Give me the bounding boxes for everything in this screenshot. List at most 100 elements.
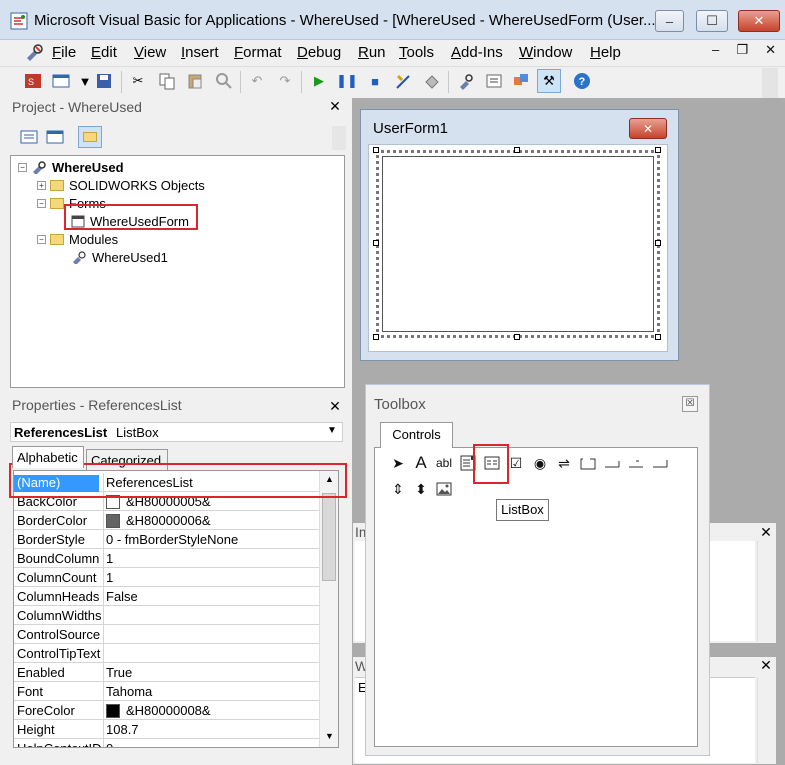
- tree-node-project[interactable]: − WhereUsed: [18, 158, 124, 176]
- menu-debug[interactable]: Debug: [297, 44, 341, 61]
- immediate-scrollbar[interactable]: [757, 541, 774, 641]
- mdi-minimize-button[interactable]: –: [712, 42, 719, 60]
- project-close-button[interactable]: ✕: [327, 98, 343, 114]
- tab-controls[interactable]: Controls: [380, 422, 453, 448]
- resize-handle[interactable]: [655, 334, 661, 340]
- cut-icon[interactable]: ✂: [129, 72, 147, 90]
- resize-handle[interactable]: [655, 147, 661, 153]
- property-row[interactable]: ControlSource: [14, 625, 319, 644]
- undo-icon[interactable]: ↶: [248, 72, 266, 90]
- properties-scrollbar[interactable]: ▲ ▼: [319, 471, 338, 747]
- dropdown-arrow-icon[interactable]: ▼: [76, 72, 94, 90]
- property-value[interactable]: Tahoma: [106, 684, 316, 699]
- property-value[interactable]: False: [106, 589, 316, 604]
- resize-handle[interactable]: [373, 240, 379, 246]
- properties-close-button[interactable]: ✕: [327, 398, 343, 414]
- userform-canvas[interactable]: [382, 156, 654, 332]
- multipage-icon[interactable]: [649, 453, 671, 473]
- object-browser-icon[interactable]: [512, 72, 530, 90]
- toggle-folders-icon[interactable]: [78, 126, 102, 148]
- tree-node-whereused1[interactable]: WhereUsed1: [71, 248, 168, 266]
- toolbox-icon[interactable]: ⚒: [537, 69, 561, 93]
- togglebutton-icon[interactable]: ⇌: [553, 453, 575, 473]
- minimize-button[interactable]: –: [655, 10, 684, 32]
- property-value[interactable]: 1: [106, 551, 316, 566]
- view-code-icon[interactable]: [20, 129, 38, 145]
- property-value[interactable]: True: [106, 665, 316, 680]
- resize-handle[interactable]: [514, 147, 520, 153]
- resize-handle[interactable]: [514, 334, 520, 340]
- design-mode-icon[interactable]: [395, 72, 413, 90]
- label-icon[interactable]: A: [410, 453, 432, 473]
- run-icon[interactable]: ▶: [310, 72, 328, 90]
- property-row[interactable]: BoundColumn 1: [14, 549, 319, 568]
- find-icon[interactable]: [215, 72, 233, 90]
- tabstrip-icon[interactable]: [625, 453, 647, 473]
- watch-close-button[interactable]: ✕: [758, 657, 774, 673]
- vba-app-icon[interactable]: [10, 12, 28, 30]
- menu-tools[interactable]: Tools: [399, 44, 434, 61]
- property-row[interactable]: BorderColor &H80000006&: [14, 511, 319, 530]
- menu-format[interactable]: Format: [234, 44, 282, 61]
- property-value[interactable]: 0 - fmBorderStyleNone: [106, 532, 316, 547]
- spinbutton-icon[interactable]: ⬍: [410, 479, 432, 499]
- optionbutton-icon[interactable]: ◉: [529, 453, 551, 473]
- toolbar-overflow[interactable]: [762, 68, 778, 98]
- project-explorer-icon[interactable]: [457, 72, 475, 90]
- textbox-icon[interactable]: abl: [433, 453, 455, 473]
- property-value[interactable]: &H80000006&: [106, 513, 316, 528]
- mdi-close-button[interactable]: ✕: [765, 42, 776, 60]
- excel-view-icon[interactable]: S: [24, 72, 42, 90]
- scroll-down-icon[interactable]: ▼: [325, 731, 334, 741]
- mdi-restore-button[interactable]: ❐: [736, 42, 748, 60]
- scroll-thumb[interactable]: [322, 493, 336, 581]
- close-button[interactable]: ✕: [738, 10, 780, 32]
- help-icon[interactable]: ?: [573, 72, 591, 90]
- menu-file[interactable]: File: [52, 44, 76, 61]
- userform-close-button[interactable]: ✕: [629, 118, 667, 139]
- paste-icon[interactable]: [186, 72, 204, 90]
- menu-help[interactable]: Help: [590, 44, 621, 61]
- menu-edit[interactable]: Edit: [91, 44, 117, 61]
- vba-project-icon[interactable]: [24, 43, 46, 63]
- property-row[interactable]: Enabled True: [14, 663, 319, 682]
- frame-icon[interactable]: [577, 453, 599, 473]
- property-value[interactable]: &H80000008&: [106, 703, 316, 718]
- property-value[interactable]: 1: [106, 570, 316, 585]
- property-value[interactable]: 108.7: [106, 722, 316, 737]
- property-row[interactable]: Font Tahoma: [14, 682, 319, 701]
- debug-tool-icon[interactable]: [423, 72, 441, 90]
- menu-insert[interactable]: Insert: [181, 44, 219, 61]
- menu-view[interactable]: View: [134, 44, 166, 61]
- redo-icon[interactable]: ↷: [276, 72, 294, 90]
- tab-alphabetic[interactable]: Alphabetic: [12, 446, 84, 468]
- property-row[interactable]: ForeColor &H80000008&: [14, 701, 319, 720]
- collapse-toggle[interactable]: −: [37, 234, 46, 244]
- property-row[interactable]: HelpContextID 0: [14, 739, 319, 747]
- insert-userform-icon[interactable]: [52, 72, 70, 90]
- reset-icon[interactable]: ■: [366, 72, 384, 90]
- commandbutton-icon[interactable]: [601, 453, 623, 473]
- chevron-down-icon[interactable]: ▼: [327, 425, 337, 436]
- property-value[interactable]: 0: [106, 741, 316, 747]
- project-toolbar-overflow[interactable]: [332, 126, 346, 150]
- tree-node-modules[interactable]: − Modules: [37, 230, 118, 248]
- save-icon[interactable]: [95, 72, 113, 90]
- object-selector[interactable]: ReferencesList ListBox ▼: [10, 422, 343, 442]
- resize-handle[interactable]: [373, 334, 379, 340]
- toolbox-close-button[interactable]: ☒: [682, 396, 698, 412]
- property-row[interactable]: ColumnCount 1: [14, 568, 319, 587]
- property-row[interactable]: BorderStyle 0 - fmBorderStyleNone: [14, 530, 319, 549]
- break-icon[interactable]: ❚❚: [336, 72, 358, 90]
- select-objects-icon[interactable]: ➤: [387, 453, 409, 473]
- image-icon[interactable]: [433, 479, 455, 499]
- collapse-toggle[interactable]: −: [37, 198, 46, 208]
- view-object-icon[interactable]: [46, 129, 64, 145]
- watch-scrollbar[interactable]: [757, 677, 774, 763]
- collapse-toggle[interactable]: −: [18, 162, 27, 172]
- properties-icon[interactable]: [485, 72, 503, 90]
- tree-node-solidworks-objects[interactable]: + SOLIDWORKS Objects: [37, 176, 205, 194]
- copy-icon[interactable]: [158, 72, 176, 90]
- immediate-close-button[interactable]: ✕: [758, 524, 774, 540]
- expand-toggle[interactable]: +: [37, 180, 46, 190]
